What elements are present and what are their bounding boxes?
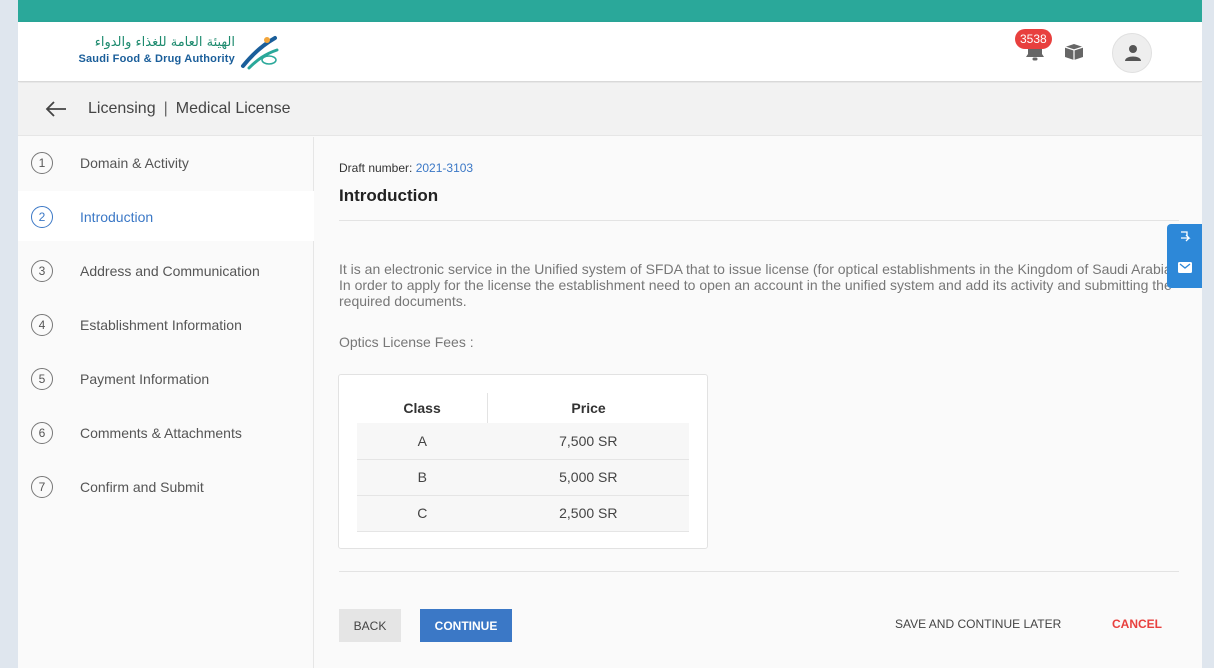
step-introduction[interactable]: 2 Introduction (18, 191, 314, 241)
table-cell-class: C (357, 495, 488, 532)
logo-mark-icon (241, 36, 279, 70)
table-row: B 5,000 SR (357, 459, 689, 496)
back-arrow-icon[interactable] (44, 99, 68, 119)
breadcrumb-page: Medical License (175, 100, 291, 117)
save-continue-later-button[interactable]: SAVE AND CONTINUE LATER (895, 617, 1061, 631)
floating-side-widget[interactable] (1167, 224, 1202, 288)
step-label: Establishment Information (80, 317, 242, 333)
intro-paragraph: It is an electronic service in the Unifi… (339, 261, 1181, 309)
step-domain-activity[interactable]: 1 Domain & Activity (18, 137, 314, 187)
column-header-class: Class (357, 393, 489, 423)
user-icon (1125, 45, 1141, 61)
table-row: A 7,500 SR (357, 423, 689, 460)
continue-button[interactable]: CONTINUE (420, 609, 512, 642)
step-comments-attachments[interactable]: 6 Comments & Attachments (18, 407, 314, 457)
draft-number: Draft number: 2021-3103 (339, 161, 473, 175)
step-number: 4 (31, 314, 53, 336)
step-label: Address and Communication (80, 263, 260, 279)
sfda-logo[interactable]: الهيئة العامة للغذاء والدواء Saudi Food … (55, 34, 285, 70)
back-button[interactable]: BACK (339, 609, 401, 642)
top-strip (18, 0, 1202, 22)
step-label: Comments & Attachments (80, 425, 242, 441)
step-label: Confirm and Submit (80, 479, 204, 495)
step-number: 7 (31, 476, 53, 498)
step-label: Introduction (80, 209, 154, 225)
section-title: Introduction (339, 186, 439, 205)
step-label: Domain & Activity (80, 155, 189, 171)
fees-table-card: Class Price A 7,500 SR B 5,000 SR C 2,50… (338, 374, 708, 549)
main-content: Draft number: 2021-3103 Introduction It … (315, 137, 1202, 668)
step-number: 2 (31, 206, 53, 228)
divider (339, 571, 1179, 572)
feedback-icon (1178, 231, 1192, 273)
table-header-row: Class Price (357, 393, 689, 423)
step-number: 3 (31, 260, 53, 282)
logo-english-text: Saudi Food & Drug Authority (78, 53, 235, 65)
table-cell-price: 7,500 SR (487, 423, 689, 460)
notification-badge: 3538 (1015, 29, 1052, 49)
table-cell-price: 2,500 SR (487, 495, 689, 532)
fees-label: Optics License Fees : (339, 334, 474, 350)
breadcrumb-section[interactable]: Licensing (88, 100, 156, 117)
column-header-price: Price (571, 400, 606, 416)
cancel-button[interactable]: CANCEL (1112, 617, 1162, 631)
table-cell-class: B (357, 459, 488, 496)
step-label: Payment Information (80, 371, 210, 387)
step-payment-information[interactable]: 5 Payment Information (18, 353, 314, 403)
step-number: 1 (31, 152, 53, 174)
logo-arabic-text: الهيئة العامة للغذاء والدواء (94, 35, 235, 50)
draft-label: Draft number: (339, 161, 413, 175)
header: الهيئة العامة للغذاء والدواء Saudi Food … (18, 22, 1202, 82)
step-establishment-information[interactable]: 4 Establishment Information (18, 299, 314, 349)
step-number: 5 (31, 368, 53, 390)
step-number: 6 (31, 422, 53, 444)
breadcrumb-separator: | (163, 100, 168, 117)
app-frame: الهيئة العامة للغذاء والدواء Saudi Food … (18, 0, 1202, 668)
user-avatar-button[interactable] (1112, 33, 1152, 73)
table-cell-class: A (357, 423, 488, 460)
page-title-bar: Licensing | Medical License (18, 83, 1202, 136)
fees-table: Class Price A 7,500 SR B 5,000 SR C 2,50… (357, 393, 689, 532)
table-row: C 2,500 SR (357, 495, 689, 532)
step-confirm-submit[interactable]: 7 Confirm and Submit (18, 461, 314, 511)
breadcrumb: Licensing | Medical License (88, 100, 291, 118)
step-address-communication[interactable]: 3 Address and Communication (18, 245, 314, 295)
steps-sidebar: 1 Domain & Activity 2 Introduction 3 Add… (18, 137, 314, 668)
package-icon[interactable] (1063, 42, 1085, 62)
divider (339, 220, 1179, 221)
table-cell-price: 5,000 SR (487, 459, 689, 496)
draft-number-value: 2021-3103 (415, 161, 474, 175)
